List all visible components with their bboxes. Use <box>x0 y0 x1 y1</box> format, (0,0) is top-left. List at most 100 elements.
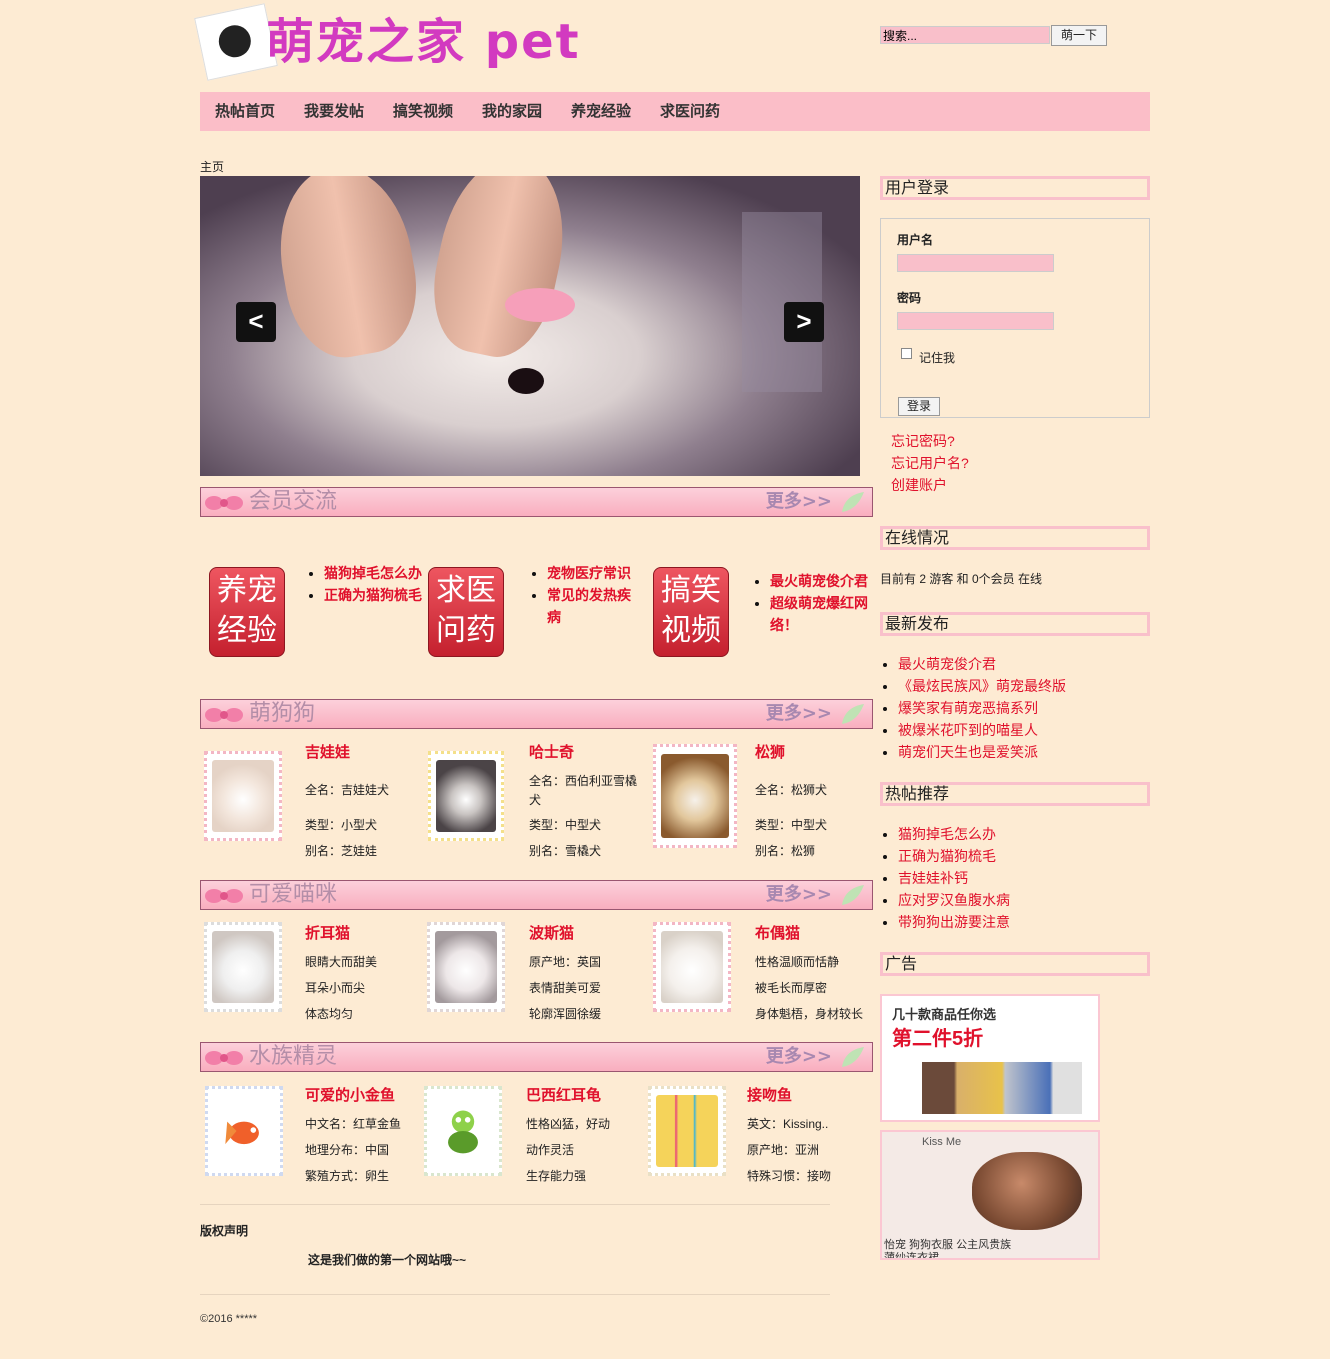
rabbit-eye <box>508 368 544 394</box>
latest-link[interactable]: 萌宠们天生也是爱笑派 <box>898 744 1038 760</box>
item-title[interactable]: 可爱的小金鱼 <box>305 1084 395 1105</box>
ad-banner-pet-food[interactable]: 几十款商品任你选 第二件5折 <box>880 994 1100 1122</box>
item-detail: 中文名：红草金鱼 <box>305 1117 402 1131</box>
product-photo <box>922 1062 1082 1114</box>
latest-link[interactable]: 最火萌宠俊介君 <box>898 656 996 672</box>
badge-text: 求医 <box>436 573 496 608</box>
item-detail: 全名：吉娃娃犬 <box>305 783 390 797</box>
more-link[interactable]: 更多>> <box>766 881 832 909</box>
ragdoll-photo[interactable] <box>653 922 731 1012</box>
more-link[interactable]: 更多>> <box>766 700 832 728</box>
goldfish-photo[interactable] <box>205 1086 283 1176</box>
login-heading: 用户登录 <box>880 176 1150 200</box>
quick-link[interactable]: 常见的发热疾病 <box>547 587 631 625</box>
item-detail: 英文：Kissing.. <box>747 1117 829 1131</box>
divider <box>200 1204 830 1205</box>
more-link[interactable]: 更多>> <box>766 488 832 516</box>
nav-item-pet-tips[interactable]: 养宠经验 <box>571 92 631 131</box>
nav-item-home-garden[interactable]: 我的家园 <box>482 92 542 131</box>
goldfish-icon <box>225 1121 259 1145</box>
section-header-aquatic: 水族精灵 更多>> <box>200 1042 873 1072</box>
latest-heading: 最新发布 <box>880 612 1150 636</box>
bow-icon <box>205 496 243 510</box>
more-link[interactable]: 更多>> <box>766 1043 832 1071</box>
item-title[interactable]: 巴西红耳龟 <box>526 1084 601 1105</box>
hot-link[interactable]: 应对罗汉鱼腹水病 <box>898 892 1010 908</box>
item-detail: 别名：芝娃娃 <box>305 844 378 858</box>
ad-text: 第二件5折 <box>892 1028 984 1050</box>
remember-checkbox[interactable] <box>901 348 912 359</box>
online-status: 目前有 2 游客 和 0个会员 在线 <box>880 572 1043 586</box>
forgot-password-link[interactable]: 忘记密码? <box>891 431 955 451</box>
login-button[interactable]: 登录 <box>898 397 940 416</box>
chihuahua-photo[interactable] <box>204 751 282 841</box>
list-item: 正确为猫狗梳毛 <box>324 584 424 606</box>
item-detail: 身体魁梧，身材较长 <box>755 1007 864 1021</box>
ad-text: Kiss Me <box>922 1136 962 1148</box>
kissing-fish-photo[interactable] <box>648 1086 726 1176</box>
quick-link[interactable]: 正确为猫狗梳毛 <box>324 587 422 603</box>
chow-chow-photo[interactable] <box>653 744 737 848</box>
logo-text: 萌宠之家 pet <box>266 14 581 70</box>
dog-photo <box>972 1152 1082 1230</box>
online-heading: 在线情况 <box>880 526 1150 550</box>
badge-medical[interactable]: 求医 问药 <box>428 567 504 657</box>
nav-item-post[interactable]: 我要发帖 <box>304 92 364 131</box>
quick-link[interactable]: 宠物医疗常识 <box>547 565 631 581</box>
prev-slide-button[interactable]: < <box>236 302 276 342</box>
item-title[interactable]: 布偶猫 <box>755 922 800 943</box>
turtle-photo[interactable] <box>424 1086 502 1176</box>
create-account-link[interactable]: 创建账户 <box>891 475 947 495</box>
hot-link[interactable]: 猫狗掉毛怎么办 <box>898 826 996 842</box>
nav-item-medical[interactable]: 求医问药 <box>660 92 720 131</box>
husky-photo[interactable] <box>428 751 504 841</box>
item-title[interactable]: 哈士奇 <box>529 741 574 762</box>
image-slider[interactable]: < > <box>200 176 860 476</box>
search-button[interactable]: 萌一下 <box>1051 25 1107 46</box>
next-slide-button[interactable]: > <box>784 302 824 342</box>
item-title[interactable]: 折耳猫 <box>305 922 350 943</box>
badge-text: 问药 <box>436 613 496 648</box>
latest-link[interactable]: 《最炫民族风》萌宠最终版 <box>898 678 1066 694</box>
forgot-username-link[interactable]: 忘记用户名? <box>891 453 969 473</box>
item-title[interactable]: 吉娃娃 <box>305 741 350 762</box>
site-logo[interactable]: 萌宠之家 pet <box>194 2 620 81</box>
badge-videos[interactable]: 搞笑 视频 <box>653 567 729 657</box>
quick-link[interactable]: 最火萌宠俊介君 <box>770 573 868 589</box>
item-detail: 繁殖方式：卵生 <box>305 1169 390 1183</box>
item-title[interactable]: 松狮 <box>755 741 785 762</box>
quick-link[interactable]: 超级萌宠爆红网络！ <box>770 595 868 633</box>
latest-link[interactable]: 被爆米花吓到的喵星人 <box>898 722 1038 738</box>
item-detail: 特殊习惯：接吻 <box>747 1169 832 1183</box>
bow-icon <box>205 708 243 722</box>
username-field[interactable] <box>897 254 1054 272</box>
search-input[interactable] <box>880 26 1050 44</box>
main-nav: 热帖首页 我要发帖 搞笑视频 我的家园 养宠经验 求医问药 <box>200 92 1150 131</box>
hot-link[interactable]: 正确为猫狗梳毛 <box>898 848 996 864</box>
item-detail: 原产地：英国 <box>529 955 602 969</box>
list-item: 萌宠们天生也是爱笑派 <box>898 741 1066 763</box>
hot-link[interactable]: 吉娃娃补钙 <box>898 870 968 886</box>
scottish-fold-photo[interactable] <box>204 922 282 1012</box>
latest-link[interactable]: 爆笑家有萌宠恶搞系列 <box>898 700 1038 716</box>
hot-heading: 热帖推荐 <box>880 782 1150 806</box>
badge-pet-tips[interactable]: 养宠 经验 <box>209 567 285 657</box>
item-detail: 类型：中型犬 <box>755 818 828 832</box>
nav-item-videos[interactable]: 搞笑视频 <box>393 92 453 131</box>
item-detail: 别名：雪橇犬 <box>529 844 602 858</box>
quick-list-medical: 宠物医疗常识 常见的发热疾病 <box>523 562 643 628</box>
list-item: 应对罗汉鱼腹水病 <box>898 889 1010 911</box>
leaf-icon <box>842 704 864 724</box>
nav-item-home[interactable]: 热帖首页 <box>215 92 275 131</box>
latest-list: 最火萌宠俊介君 《最炫民族风》萌宠最终版 爆笑家有萌宠恶搞系列 被爆米花吓到的喵… <box>880 653 1066 763</box>
persian-cat-photo[interactable] <box>427 922 505 1012</box>
breadcrumb[interactable]: 主页 <box>200 158 224 175</box>
quick-link[interactable]: 猫狗掉毛怎么办 <box>324 565 422 581</box>
item-title[interactable]: 波斯猫 <box>529 922 574 943</box>
section-header-dogs: 萌狗狗 更多>> <box>200 699 873 729</box>
ad-banner-dog-dress[interactable]: Kiss Me 怡宠 狗狗衣服 公主风贵族 薄纱连衣裙 <box>880 1130 1100 1260</box>
section-title: 会员交流 <box>249 489 338 514</box>
item-title[interactable]: 接吻鱼 <box>747 1084 792 1105</box>
hot-link[interactable]: 带狗狗出游要注意 <box>898 914 1010 930</box>
password-field[interactable] <box>897 312 1054 330</box>
